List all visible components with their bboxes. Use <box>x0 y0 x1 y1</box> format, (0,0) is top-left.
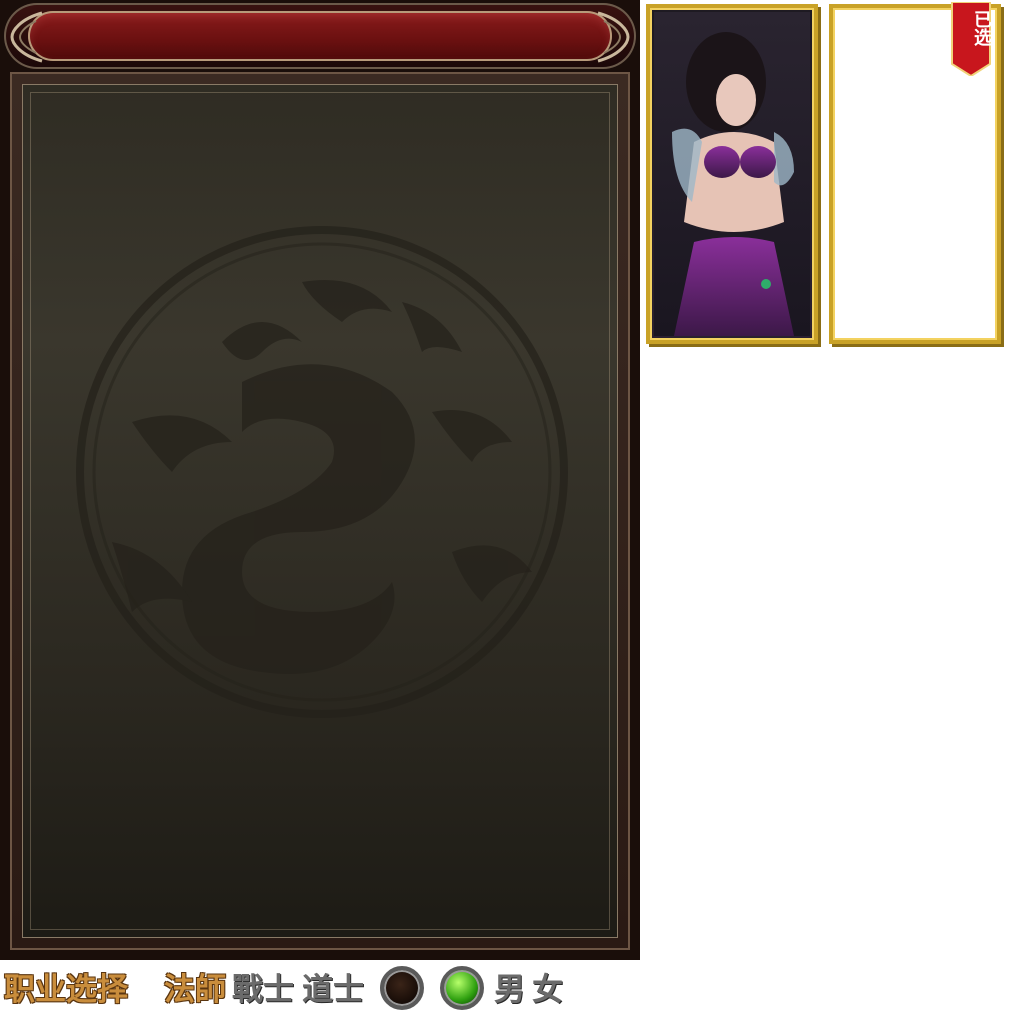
title-banner <box>4 3 636 69</box>
female-mage-portrait-icon <box>654 12 810 336</box>
class-select-panel <box>0 0 640 960</box>
gender-male-label[interactable]: 男 <box>494 964 525 1009</box>
ornament-right-icon <box>597 11 630 63</box>
gender-female-label[interactable]: 女 <box>532 964 563 1009</box>
dragon-emblem-icon <box>76 226 568 718</box>
selected-label: 已选 <box>971 10 992 46</box>
class-mage-label[interactable]: 法師 <box>164 964 226 1009</box>
class-taoist-label[interactable]: 道士 <box>302 964 364 1009</box>
selected-ribbon: 已选 <box>950 2 992 76</box>
gender-female-orb[interactable] <box>440 966 484 1010</box>
ornament-left-icon <box>10 11 43 63</box>
character-card-female-mage[interactable] <box>646 4 818 344</box>
banner-title <box>28 11 612 61</box>
class-select-title: 职业选择 <box>4 972 128 1008</box>
class-warrior-label[interactable]: 戰士 <box>232 964 294 1009</box>
gender-male-orb[interactable] <box>380 966 424 1010</box>
